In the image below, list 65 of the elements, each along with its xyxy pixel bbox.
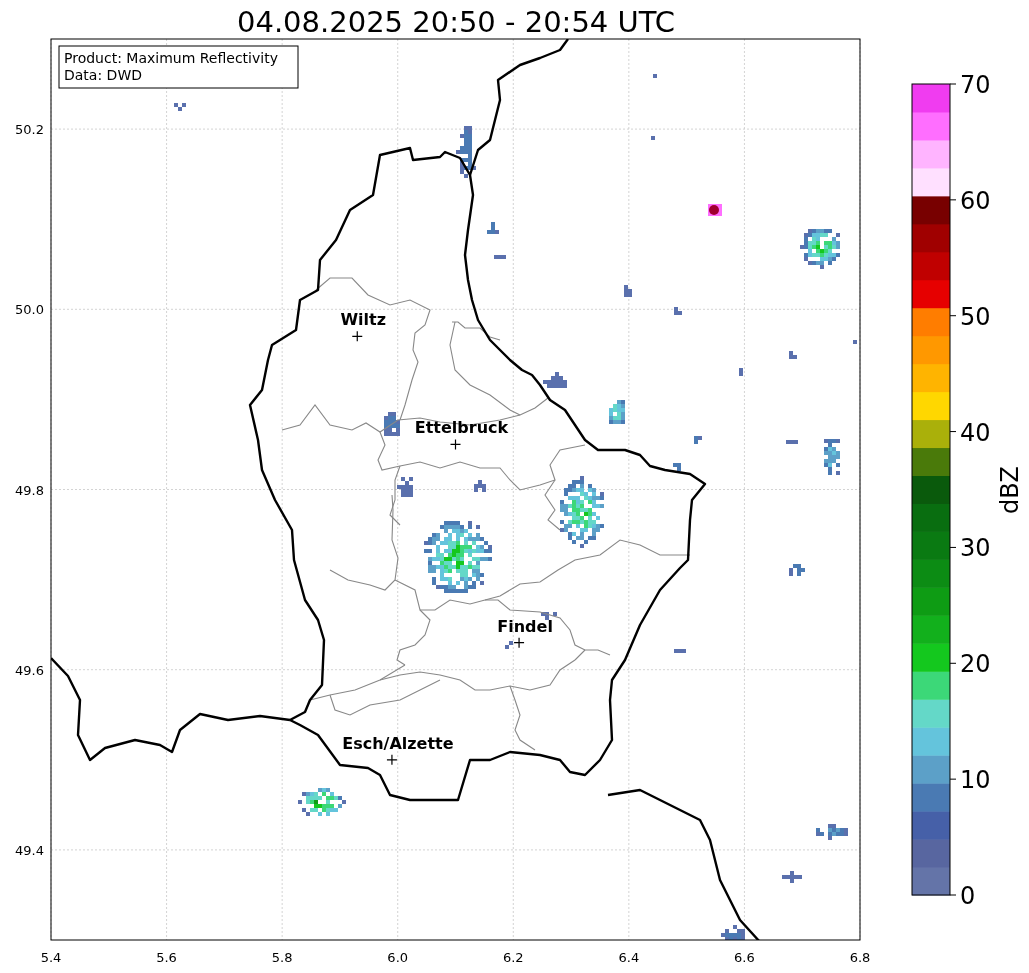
colorbar-tick-label: 50 bbox=[960, 302, 991, 331]
radar-echo bbox=[800, 229, 840, 269]
chart-title: 04.08.2025 20:50 - 20:54 UTC bbox=[237, 5, 675, 39]
axis-tick-label: 6.6 bbox=[734, 950, 755, 965]
colorbar-tick-label: 60 bbox=[960, 186, 991, 215]
radar-echo bbox=[674, 649, 686, 653]
radar-echo bbox=[853, 340, 857, 344]
axis-tick-label: 50.0 bbox=[15, 302, 44, 318]
radar-echo bbox=[505, 641, 513, 649]
info-text: Data: DWD bbox=[64, 67, 142, 83]
radar-echo bbox=[789, 564, 805, 576]
city-label: Wiltz bbox=[340, 310, 387, 330]
colorbar-tick-label: 70 bbox=[960, 71, 991, 99]
radar-echo bbox=[816, 824, 848, 840]
colorbar-tick-label: 10 bbox=[960, 766, 991, 795]
colorbar-tick-label: 40 bbox=[960, 418, 991, 447]
city-marker-icon bbox=[449, 438, 462, 451]
colorbar-tick-label: 20 bbox=[960, 650, 991, 679]
colorbar-tick-label: 30 bbox=[960, 534, 991, 563]
radar-echo bbox=[494, 255, 506, 259]
info-text: Product: Maximum Reflectivity bbox=[64, 50, 278, 66]
radar-echo bbox=[824, 439, 840, 475]
radar-echo bbox=[624, 285, 632, 297]
radar-echo bbox=[721, 925, 745, 940]
radar-echo bbox=[543, 372, 567, 388]
city-marker-icon bbox=[513, 637, 525, 649]
axis-tick-label: 49.4 bbox=[15, 842, 44, 858]
radar-echo bbox=[673, 463, 681, 471]
radar-echo bbox=[674, 307, 682, 315]
axis-tick-label: 5.8 bbox=[271, 950, 293, 965]
city-marker-icon bbox=[351, 330, 363, 342]
radar-echo bbox=[487, 222, 499, 234]
colorbar-tick-label: 0 bbox=[960, 882, 976, 910]
radar-echo bbox=[560, 476, 604, 548]
city-label: Esch/Alzette bbox=[342, 733, 454, 753]
axis-tick-label: 5.4 bbox=[40, 950, 62, 965]
axis-tick-label: 49.8 bbox=[15, 482, 44, 498]
radar-echo bbox=[424, 521, 492, 593]
radar-echo bbox=[653, 74, 657, 78]
radar-echo bbox=[786, 440, 798, 444]
radar-echo bbox=[474, 480, 486, 492]
axis-tick-label: 50.2 bbox=[15, 122, 44, 138]
axis-tick-label: 5.6 bbox=[156, 950, 177, 965]
axis-tick-label: 49.6 bbox=[15, 662, 44, 678]
radar-echo bbox=[739, 368, 743, 376]
radar-echo bbox=[708, 204, 722, 216]
radar-echo bbox=[789, 351, 797, 359]
radar-echo bbox=[694, 436, 702, 444]
city-label: Ettelbruck bbox=[414, 418, 509, 438]
radar-echo bbox=[651, 136, 655, 140]
city-marker-icon bbox=[386, 754, 398, 766]
radar-echo bbox=[541, 612, 557, 620]
axis-tick-label: 6.4 bbox=[618, 950, 640, 965]
city-label: Findel bbox=[497, 616, 553, 636]
radar-echo bbox=[609, 400, 625, 424]
radar-echo bbox=[456, 126, 476, 178]
axis-tick-label: 6.0 bbox=[387, 950, 409, 965]
radar-echo bbox=[397, 477, 413, 497]
axis-tick-label: 6.2 bbox=[502, 950, 524, 965]
colorbar-label: dBZ bbox=[996, 465, 1024, 515]
radar-echo bbox=[174, 103, 186, 111]
axis-tick-label: 6.8 bbox=[849, 950, 871, 965]
radar-echo bbox=[782, 871, 802, 883]
radar-echo bbox=[384, 412, 400, 436]
radar-echo bbox=[298, 788, 346, 816]
